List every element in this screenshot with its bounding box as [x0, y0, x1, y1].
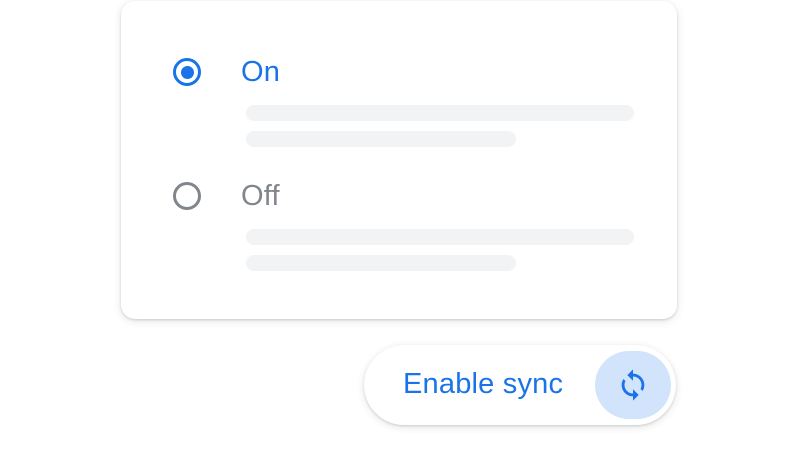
option-on-label: On [241, 56, 281, 88]
option-on[interactable]: On [121, 50, 677, 160]
radio-dot [180, 65, 194, 79]
enable-sync-button[interactable]: Enable sync [364, 345, 676, 425]
sync-icon-badge[interactable] [595, 351, 671, 419]
option-off-label: Off [241, 180, 280, 212]
placeholder-line [246, 229, 634, 245]
sync-settings-card: On Off [121, 1, 677, 319]
option-off[interactable]: Off [121, 174, 677, 284]
radio-off-unselected[interactable] [173, 182, 201, 210]
stage: On Off Enable sync [0, 0, 800, 449]
enable-sync-label: Enable sync [403, 368, 564, 400]
placeholder-line [246, 105, 634, 121]
placeholder-line [246, 131, 516, 147]
placeholder-line [246, 255, 516, 271]
radio-on-selected[interactable] [173, 58, 201, 86]
sync-icon [621, 369, 645, 401]
